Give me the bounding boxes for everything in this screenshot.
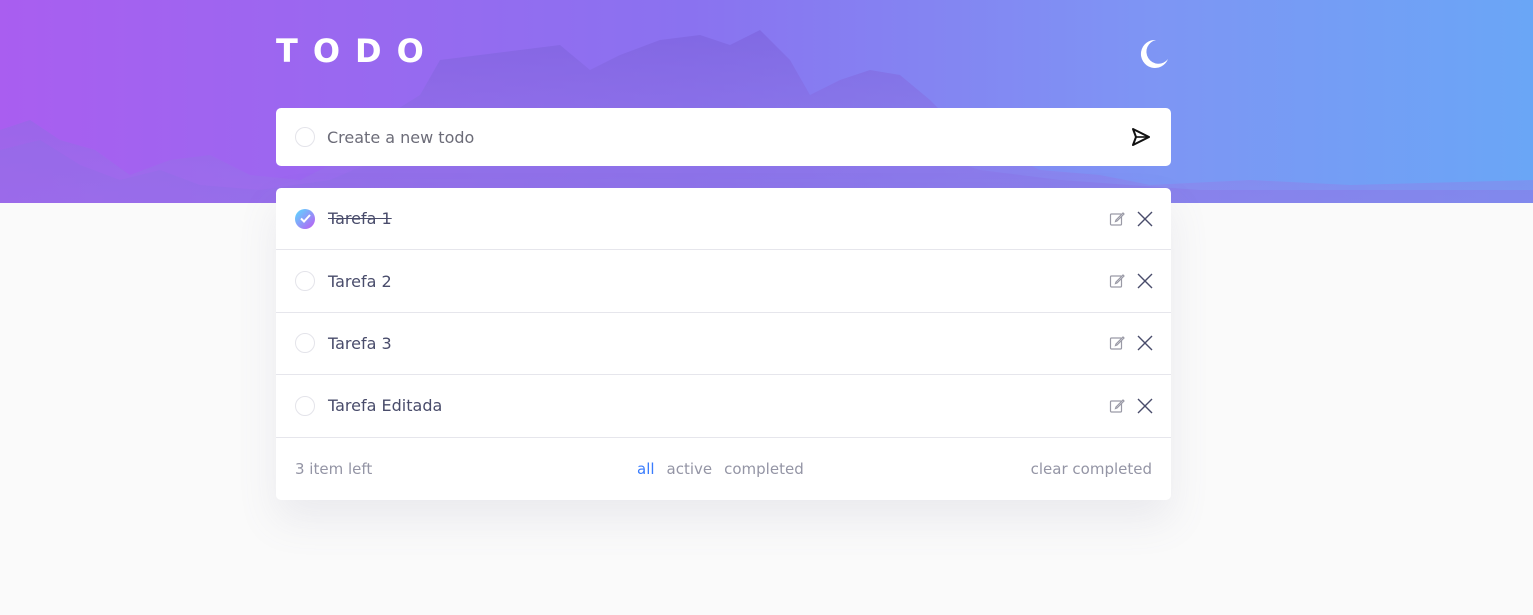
edit-icon[interactable]: [1109, 398, 1125, 414]
close-icon[interactable]: [1137, 335, 1153, 351]
close-icon[interactable]: [1137, 273, 1153, 289]
todo-text[interactable]: Tarefa 1: [328, 209, 1109, 228]
send-icon[interactable]: [1130, 126, 1152, 148]
todo-item: Tarefa 2: [276, 250, 1171, 313]
todo-item: Tarefa 1: [276, 188, 1171, 251]
todo-checkbox[interactable]: [295, 395, 315, 416]
todo-footer: 3 item left all active completed clear c…: [276, 438, 1171, 500]
mountain-background-image: [0, 30, 1533, 203]
app-title: TODO: [276, 32, 439, 70]
filter-completed[interactable]: completed: [724, 460, 804, 478]
hero-banner: TODO: [0, 0, 1533, 203]
clear-completed-button[interactable]: clear completed: [1031, 460, 1152, 478]
todo-list: Tarefa 1 Tarefa 2 Tarefa 3 Tarefa Editad…: [276, 188, 1171, 500]
filter-all[interactable]: all: [637, 460, 655, 478]
edit-icon[interactable]: [1109, 211, 1125, 227]
edit-icon[interactable]: [1109, 273, 1125, 289]
filter-active[interactable]: active: [667, 460, 713, 478]
todo-text[interactable]: Tarefa 2: [328, 272, 1109, 291]
todo-checkbox[interactable]: [295, 271, 315, 292]
todo-checkbox[interactable]: [295, 333, 315, 354]
todo-item: Tarefa 3: [276, 313, 1171, 376]
close-icon[interactable]: [1137, 398, 1153, 414]
new-todo-circle: [295, 127, 315, 147]
todo-item: Tarefa Editada: [276, 375, 1171, 438]
completed-check-icon[interactable]: [295, 208, 315, 229]
edit-icon[interactable]: [1109, 335, 1125, 351]
new-todo-input[interactable]: [327, 117, 1130, 157]
close-icon[interactable]: [1137, 211, 1153, 227]
todo-text[interactable]: Tarefa Editada: [328, 396, 1109, 415]
filter-group: all active completed: [637, 460, 804, 478]
new-todo-bar: [276, 108, 1171, 166]
moon-icon[interactable]: [1136, 37, 1170, 71]
items-left-count: 3 item left: [295, 459, 373, 478]
todo-text[interactable]: Tarefa 3: [328, 334, 1109, 353]
